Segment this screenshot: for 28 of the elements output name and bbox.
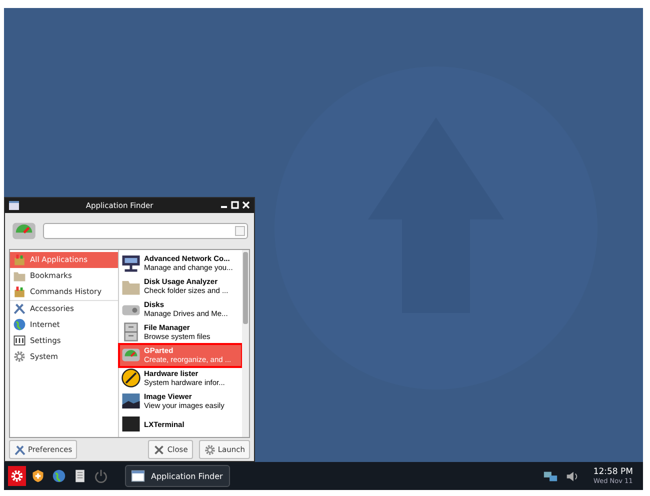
search-field[interactable] — [43, 222, 248, 239]
tools-icon — [14, 444, 26, 456]
taskbar-task[interactable]: Application Finder — [125, 465, 230, 487]
globe-icon — [52, 469, 66, 483]
tools-icon — [13, 302, 26, 316]
toolbox-icon — [13, 285, 26, 298]
gear-icon — [10, 469, 24, 483]
clock-time[interactable]: 12:58 PM — [593, 467, 633, 477]
monitor-icon — [121, 253, 141, 274]
window-menu-icon[interactable] — [9, 200, 19, 210]
scroll-thumb[interactable] — [243, 252, 248, 324]
close-icon — [153, 444, 166, 456]
gear-icon — [204, 444, 216, 456]
close-button[interactable] — [242, 201, 250, 210]
shield-icon — [31, 469, 45, 483]
power-icon — [94, 469, 108, 483]
toolbox-icon — [13, 253, 26, 266]
scrollbar[interactable] — [242, 250, 249, 437]
maximize-button[interactable] — [231, 201, 239, 210]
landscape-icon — [121, 391, 141, 412]
panel-icon — [13, 334, 26, 348]
cabinet-icon — [121, 322, 141, 342]
probe-icon — [121, 368, 141, 388]
window-icon — [130, 469, 146, 483]
document-icon — [73, 469, 87, 483]
gear-icon — [13, 350, 26, 364]
globe-icon — [13, 318, 26, 332]
terminal-icon — [121, 414, 141, 434]
